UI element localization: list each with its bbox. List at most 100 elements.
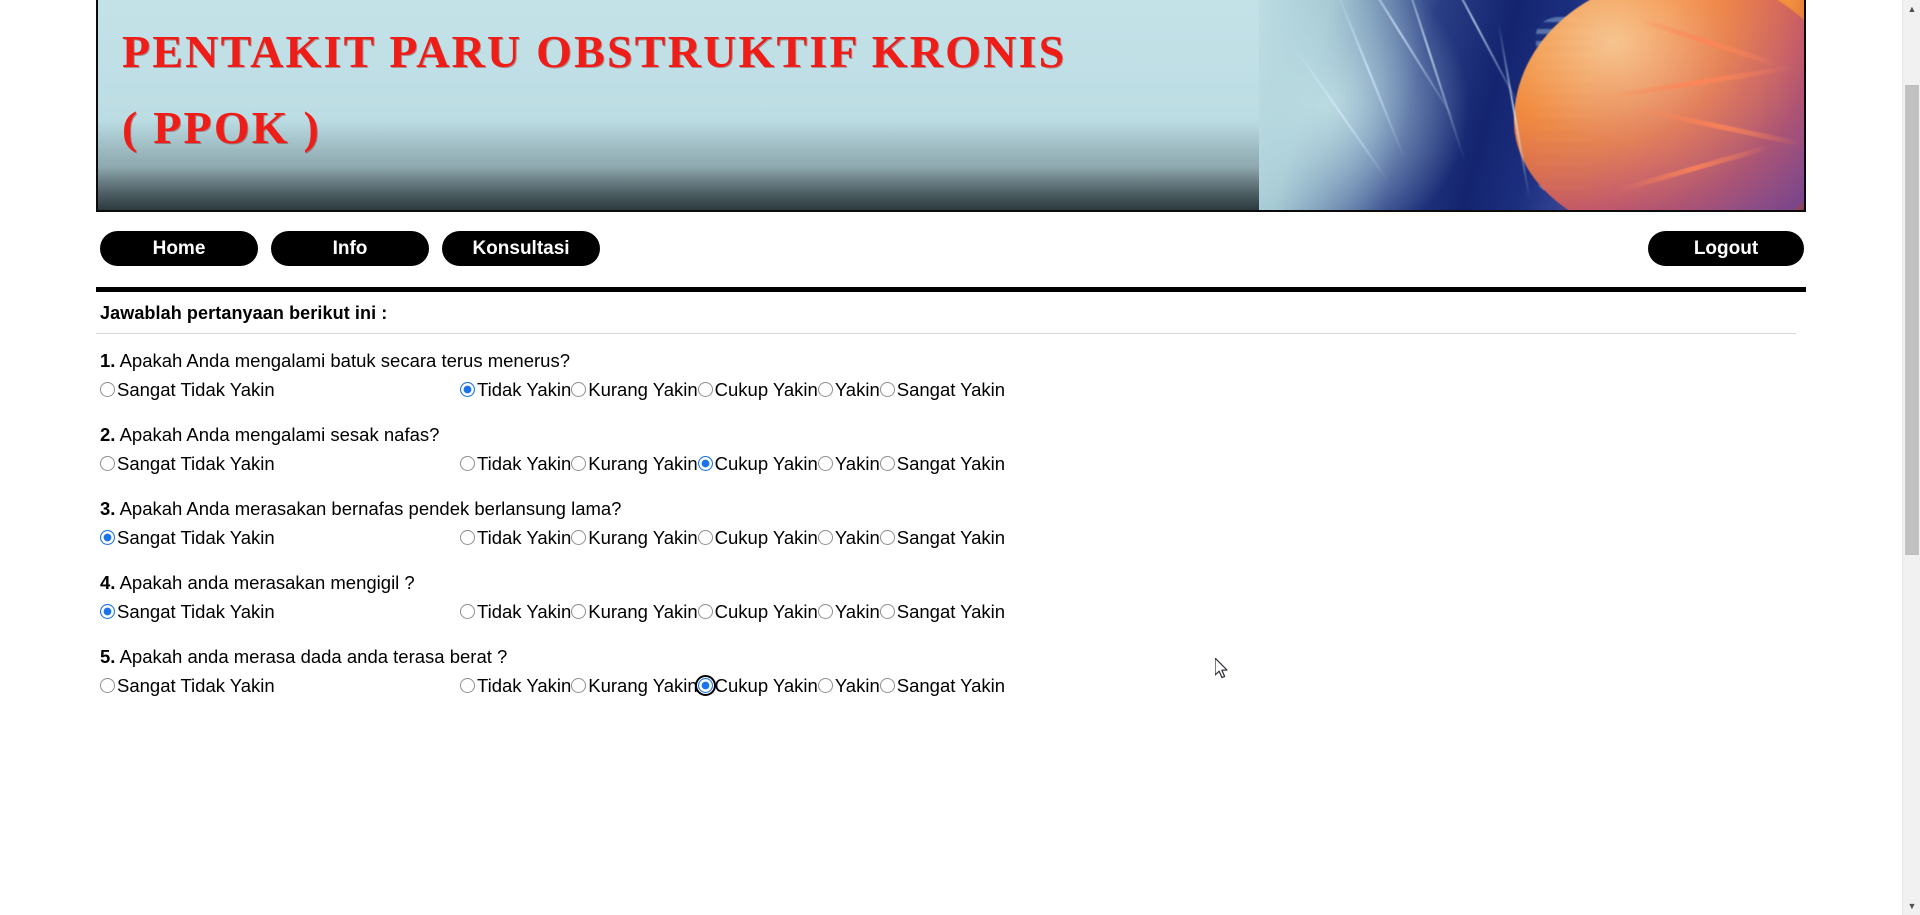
radio-icon[interactable] [100, 455, 115, 471]
nav-left-group: Home Info Konsultasi [100, 231, 600, 266]
option-row[interactable]: Tidak Yakin [460, 450, 571, 478]
option-row[interactable]: Cukup Yakin [694, 672, 818, 700]
questionnaire-form: 1. Apakah Anda mengalami batuk secara te… [96, 350, 1806, 700]
radio-icon[interactable] [460, 529, 475, 545]
radio-icon[interactable] [817, 603, 833, 619]
question-number: 4. [100, 572, 116, 593]
question-text: 5. Apakah anda merasa dada anda terasa b… [100, 646, 1806, 668]
option-row[interactable]: Yakin [817, 524, 880, 552]
option-row[interactable]: Tidak Yakin [460, 524, 571, 552]
nav-info-label: Info [332, 237, 368, 259]
radio-icon[interactable] [817, 529, 833, 545]
option-row[interactable]: Cukup Yakin [697, 376, 818, 404]
option-row[interactable]: Tidak Yakin [460, 598, 571, 626]
option-row[interactable]: Sangat Tidak Yakin [100, 524, 460, 552]
option-row[interactable]: Kurang Yakin [571, 376, 698, 404]
option-row[interactable]: Yakin [817, 598, 880, 626]
question-block: 1. Apakah Anda mengalami batuk secara te… [100, 350, 1806, 404]
radio-icon[interactable] [571, 677, 587, 693]
nav-info-button[interactable]: Info [271, 231, 429, 266]
option-label: Sangat Yakin [896, 379, 1006, 400]
option-row[interactable]: Kurang Yakin [571, 524, 698, 552]
radio-icon[interactable] [100, 529, 115, 545]
option-grid: Sangat Tidak Yakin Tidak Yakin Kurang Ya… [100, 672, 1005, 700]
main-navigation: Home Info Konsultasi Logout [96, 223, 1806, 285]
question-number: 2. [100, 424, 116, 445]
radio-icon[interactable] [879, 529, 895, 545]
option-row[interactable]: Cukup Yakin [697, 450, 818, 478]
radio-icon[interactable] [460, 677, 475, 693]
option-label: Tidak Yakin [477, 379, 572, 400]
radio-icon[interactable] [817, 677, 833, 693]
option-label: Sangat Tidak Yakin [117, 675, 275, 696]
option-row[interactable]: Yakin [817, 450, 880, 478]
radio-icon[interactable] [694, 674, 716, 696]
radio-icon[interactable] [100, 677, 115, 693]
question-text: 2. Apakah Anda mengalami sesak nafas? [100, 424, 1806, 446]
question-text: 1. Apakah Anda mengalami batuk secara te… [100, 350, 1806, 372]
option-row[interactable]: Tidak Yakin [460, 376, 571, 404]
option-row[interactable]: Kurang Yakin [571, 450, 698, 478]
option-row[interactable]: Tidak Yakin [460, 672, 571, 700]
scrollbar-thumb[interactable] [1905, 85, 1919, 555]
option-label: Yakin [834, 601, 880, 622]
radio-icon[interactable] [879, 455, 895, 471]
radio-icon[interactable] [571, 603, 587, 619]
radio-icon[interactable] [817, 381, 833, 397]
radio-icon[interactable] [460, 455, 475, 471]
question-block: 4. Apakah anda merasakan mengigil ? Sang… [100, 572, 1806, 626]
option-row[interactable]: Yakin [817, 376, 880, 404]
banner-title: PENTAKIT PARU OBSTRUKTIF KRONIS ( PPOK ) [122, 26, 1067, 153]
radio-icon[interactable] [817, 455, 833, 471]
radio-icon[interactable] [100, 381, 115, 397]
option-row[interactable]: Cukup Yakin [697, 524, 818, 552]
option-row[interactable]: Sangat Yakin [879, 376, 1006, 404]
option-row[interactable]: Sangat Yakin [879, 524, 1005, 552]
option-row[interactable]: Sangat Yakin [879, 598, 1005, 626]
radio-icon[interactable] [571, 455, 587, 471]
question-label: Apakah Anda mengalami batuk secara terus… [119, 350, 570, 371]
nav-konsultasi-button[interactable]: Konsultasi [442, 231, 600, 266]
option-label: Kurang Yakin [588, 675, 698, 696]
scroll-up-arrow-icon[interactable]: ▲ [1903, 0, 1920, 18]
radio-icon[interactable] [571, 529, 587, 545]
option-grid: Sangat Tidak Yakin Tidak Yakin Kurang Ya… [100, 376, 1005, 404]
radio-icon[interactable] [879, 381, 895, 397]
option-row[interactable]: Kurang Yakin [571, 598, 698, 626]
option-label: Kurang Yakin [588, 453, 698, 474]
radio-icon[interactable] [697, 381, 713, 397]
nav-home-label: Home [152, 237, 206, 259]
option-row[interactable]: Sangat Tidak Yakin [100, 450, 460, 478]
section-divider-thin [96, 333, 1796, 334]
logout-button[interactable]: Logout [1648, 231, 1804, 266]
option-label: Sangat Tidak Yakin [117, 601, 275, 622]
radio-icon[interactable] [100, 603, 115, 619]
option-row[interactable]: Sangat Tidak Yakin [100, 598, 460, 626]
lung-illustration-icon [1259, 0, 1804, 210]
option-row[interactable]: Sangat Tidak Yakin [100, 672, 460, 700]
radio-icon[interactable] [697, 529, 713, 545]
radio-icon[interactable] [879, 677, 895, 693]
option-row[interactable]: Sangat Tidak Yakin [100, 376, 460, 404]
option-row[interactable]: Kurang Yakin [571, 672, 698, 700]
option-row[interactable]: Yakin [817, 672, 880, 700]
radio-icon[interactable] [879, 603, 895, 619]
radio-icon[interactable] [697, 603, 713, 619]
radio-icon[interactable] [571, 381, 587, 397]
option-row[interactable]: Cukup Yakin [697, 598, 818, 626]
section-divider-thick [96, 287, 1806, 292]
nav-konsultasi-label: Konsultasi [472, 237, 570, 259]
radio-icon[interactable] [460, 603, 475, 619]
option-label: Yakin [834, 379, 880, 400]
radio-icon[interactable] [697, 455, 713, 471]
nav-home-button[interactable]: Home [100, 231, 258, 266]
scroll-down-arrow-icon[interactable]: ▼ [1903, 897, 1920, 915]
option-label: Sangat Yakin [896, 453, 1006, 474]
option-label: Kurang Yakin [588, 601, 698, 622]
vertical-scrollbar[interactable]: ▲ ▼ [1902, 0, 1920, 915]
radio-icon[interactable] [460, 381, 475, 397]
question-block: 5. Apakah anda merasa dada anda terasa b… [100, 646, 1806, 700]
option-row[interactable]: Sangat Yakin [879, 450, 1006, 478]
option-row[interactable]: Sangat Yakin [879, 672, 1005, 700]
question-number: 1. [100, 350, 116, 371]
